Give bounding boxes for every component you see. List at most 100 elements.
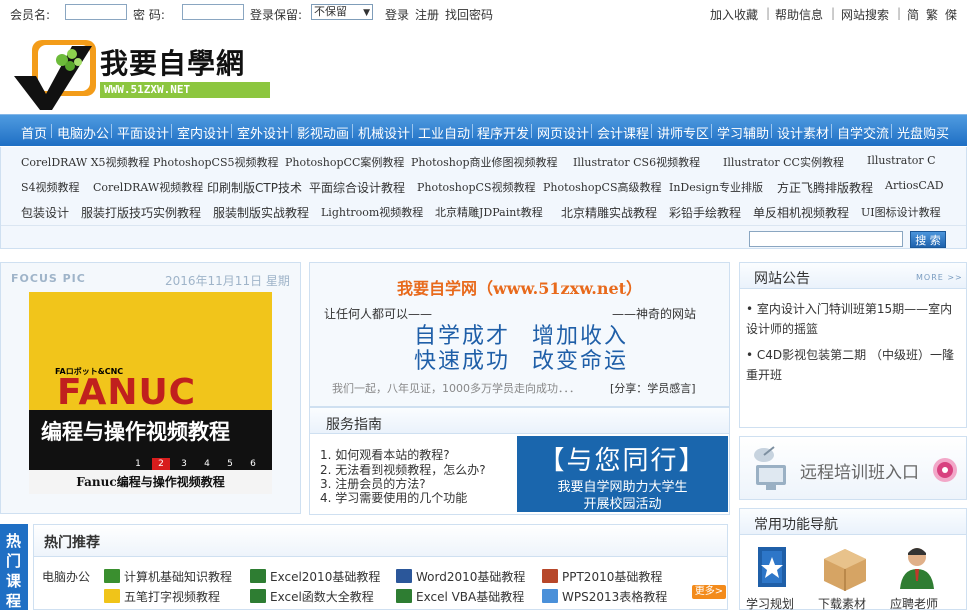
campus-activity-banner[interactable]: 【与您同行】 我要自学网助力大学生 开展校园活动	[517, 436, 728, 512]
search-input[interactable]	[749, 231, 903, 247]
nav-interior[interactable]: 室内设计	[177, 123, 229, 142]
course-link[interactable]: ArtiosCAD	[885, 179, 944, 192]
intro-panel: 我要自学网（www.51zxw.net） 让任何人都可以—— ——神奇的网站 自…	[309, 262, 730, 407]
site-search-link[interactable]: 网站搜索	[841, 6, 889, 23]
login-link[interactable]: 登录	[385, 6, 409, 23]
computer-icon	[104, 569, 120, 583]
nav-graphic[interactable]: 平面设计	[117, 123, 169, 142]
nav-exterior[interactable]: 室外设计	[237, 123, 289, 142]
hot-tab-char: 热	[6, 532, 22, 550]
focus-page-5[interactable]: 5	[221, 458, 239, 470]
hot-course-link[interactable]: Word2010基础教程	[396, 568, 525, 585]
traditional-link[interactable]: 繁	[926, 6, 938, 23]
course-link[interactable]: Photoshop商业修图视频教程	[411, 154, 558, 170]
hot-course-link[interactable]: Excel函数大全教程	[250, 588, 374, 605]
share-testimonials-link[interactable]: [分享：学员感言]	[610, 380, 696, 396]
course-link[interactable]: 单反相机视频教程	[753, 204, 849, 221]
focus-page-6[interactable]: 6	[244, 458, 262, 470]
search-button[interactable]: 搜 索	[910, 231, 946, 248]
focus-page-4[interactable]: 4	[198, 458, 216, 470]
nav-materials[interactable]: 设计素材	[777, 123, 829, 142]
notice-more-link[interactable]: MORE >>	[916, 273, 963, 282]
hot-category-label: 电脑办公	[42, 570, 91, 584]
hot-course-link[interactable]: 计算机基础知识教程	[104, 568, 232, 585]
course-link[interactable]: PhotoshopCS5视频教程	[153, 154, 279, 170]
nav-automation[interactable]: 工业自动	[418, 123, 470, 142]
nav-divider	[891, 124, 892, 138]
course-link[interactable]: Illustrator CS6视频教程	[573, 154, 700, 170]
focus-page-3[interactable]: 3	[175, 458, 193, 470]
course-link[interactable]: 方正飞腾排版教程	[777, 179, 873, 196]
recover-password-link[interactable]: 找回密码	[445, 6, 493, 23]
download-box-icon[interactable]	[818, 545, 872, 591]
nav-programming[interactable]: 程序开发	[477, 123, 529, 142]
add-favorite-link[interactable]: 加入收藏	[710, 6, 758, 23]
remote-training-entry[interactable]: 远程培训班入口	[739, 436, 967, 500]
nav-accounting[interactable]: 会计课程	[597, 123, 649, 142]
hot-course-link[interactable]: PPT2010基础教程	[542, 568, 662, 585]
hot-course-link[interactable]: WPS2013表格教程	[542, 588, 667, 605]
course-link[interactable]: 北京精雕JDPaint教程	[435, 204, 543, 220]
nav-home[interactable]: 首页	[21, 123, 47, 142]
teacher-avatar-icon[interactable]	[890, 545, 944, 591]
course-link[interactable]: 包装设计	[21, 204, 69, 221]
course-link[interactable]: CorelDRAW视频教程	[93, 179, 203, 195]
service-guide-panel: 服务指南 1. 如何观看本站的教程? 2. 无法看到视频教程，怎么办? 3. 注…	[309, 407, 730, 515]
course-link[interactable]: 服装打版技巧实例教程	[81, 204, 201, 221]
course-link[interactable]: 印刷制版CTP技术	[207, 179, 302, 196]
focus-image[interactable]: FAロボット&CNC FANUC 编程与操作视频教程 1 2 3 4 5 6 F…	[29, 292, 272, 494]
notice-item[interactable]: • 室内设计入门特训班第15期——室内设计师的摇篮	[746, 299, 960, 339]
help-link[interactable]: 帮助信息	[775, 6, 823, 23]
course-link[interactable]: CorelDRAW X5视频教程	[21, 154, 150, 170]
nav-study-aid[interactable]: 学习辅助	[717, 123, 769, 142]
logo-v-icon	[14, 40, 96, 110]
hot-course-link[interactable]: Excel2010基础教程	[250, 568, 380, 585]
hot-course-label: 五笔打字视频教程	[124, 590, 221, 604]
nav-office[interactable]: 电脑办公	[57, 123, 109, 142]
course-link[interactable]: 平面综合设计教程	[309, 179, 405, 196]
hot-course-link[interactable]: Excel VBA基础教程	[396, 588, 524, 605]
notice-item[interactable]: • C4D影视包装第二期 （中级班）一隆重开班	[746, 345, 960, 385]
nav-mechanical[interactable]: 机械设计	[358, 123, 410, 142]
nav-buy-disc[interactable]: 光盘购买	[897, 123, 949, 142]
banner-line: 开展校园活动	[583, 497, 662, 512]
focus-page-1[interactable]: 1	[129, 458, 147, 470]
course-link[interactable]: Lightroom视频教程	[321, 204, 423, 220]
nav-animation[interactable]: 影视动画	[297, 123, 349, 142]
course-link[interactable]: PhotoshopCC案例教程	[285, 154, 404, 170]
nav-webdesign[interactable]: 网页设计	[537, 123, 589, 142]
tw-link[interactable]: 傑	[945, 6, 957, 23]
nav-divider	[711, 124, 712, 138]
focus-caption[interactable]: Fanuc编程与操作视频教程	[29, 470, 272, 494]
nav-exchange[interactable]: 自学交流	[837, 123, 889, 142]
course-link[interactable]: 服装制版实战教程	[213, 204, 309, 221]
member-name-input[interactable]	[65, 4, 127, 20]
focus-page-2[interactable]: 2	[152, 458, 170, 470]
course-link[interactable]: PhotoshopCS高级教程	[543, 179, 662, 195]
course-link[interactable]: 北京精雕实战教程	[561, 204, 657, 221]
password-input[interactable]	[182, 4, 244, 20]
course-link[interactable]: InDesign专业排版	[669, 179, 763, 195]
study-plan-label[interactable]: 学习规划	[746, 595, 794, 610]
hot-courses-tab[interactable]: 热 门 课 程	[0, 524, 28, 610]
simplified-link[interactable]: 简	[907, 6, 919, 23]
register-link[interactable]: 注册	[415, 6, 439, 23]
course-link[interactable]: UI图标设计教程	[861, 204, 941, 220]
hot-course-label: Excel函数大全教程	[270, 590, 374, 604]
keep-login-select[interactable]: 不保留 ▼	[311, 4, 373, 20]
guide-item[interactable]: 4. 学习需要使用的几个功能	[320, 489, 467, 506]
intro-phrase: 改变命运	[532, 349, 629, 374]
course-link[interactable]: Illustrator C	[867, 154, 936, 167]
site-logo[interactable]: 我要自學網 WWW.51ZXW.NET	[12, 36, 270, 112]
study-plan-icon[interactable]	[746, 545, 800, 591]
course-link[interactable]: S4视频教程	[21, 179, 80, 195]
course-link[interactable]: PhotoshopCS视频教程	[417, 179, 536, 195]
apply-teacher-label[interactable]: 应聘老师	[890, 595, 938, 610]
course-link[interactable]: 彩铅手绘教程	[669, 204, 741, 221]
course-link[interactable]: Illustrator CC实例教程	[723, 154, 844, 170]
hot-more-button[interactable]: 更多>	[692, 585, 726, 599]
download-materials-label[interactable]: 下载素材	[818, 595, 866, 610]
nav-teachers[interactable]: 讲师专区	[657, 123, 709, 142]
excel-icon	[396, 589, 412, 603]
hot-course-link[interactable]: 五笔打字视频教程	[104, 588, 220, 605]
